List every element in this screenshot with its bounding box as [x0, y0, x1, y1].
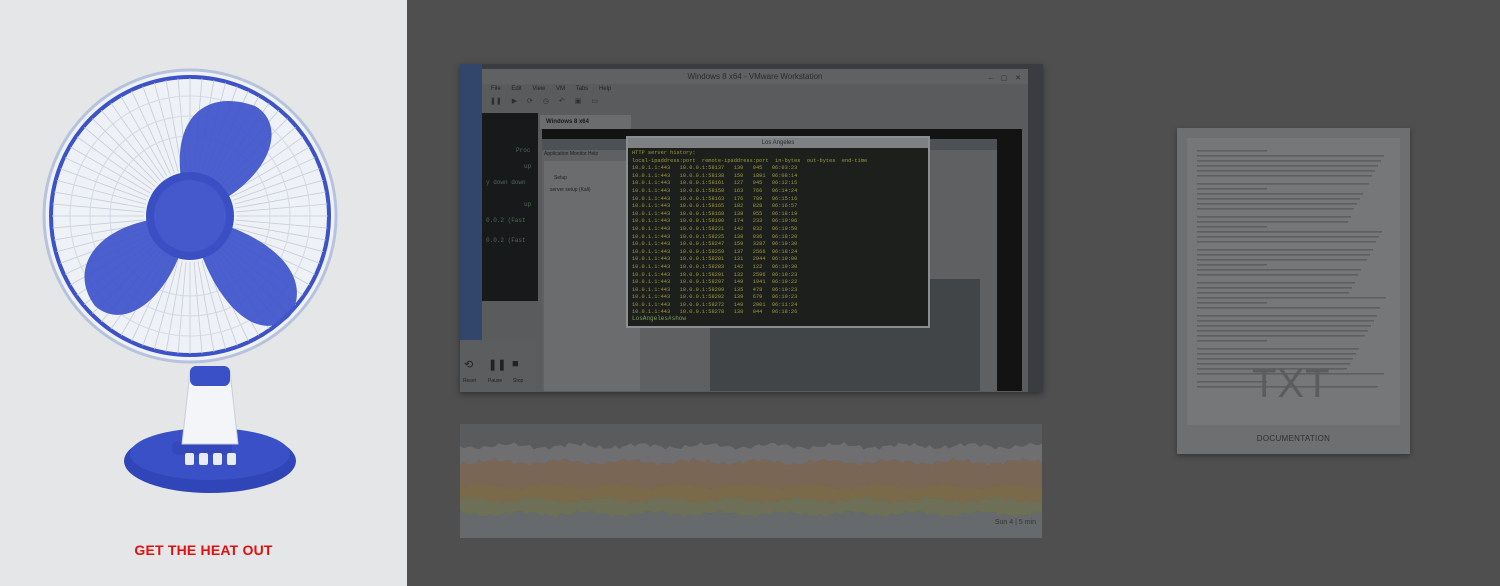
document-text-line	[1197, 175, 1372, 177]
menu-tabs[interactable]: Tabs	[576, 86, 589, 92]
menu-edit[interactable]: Edit	[511, 86, 521, 92]
menu-file[interactable]: File	[491, 86, 501, 92]
document-text-line	[1197, 203, 1357, 205]
document-text-line	[1197, 155, 1384, 157]
play-icon[interactable]: ▶	[512, 98, 517, 105]
console-line: 0.0.2 (Fast	[486, 217, 526, 224]
document-text-line	[1197, 287, 1352, 289]
document-text-line	[1197, 264, 1267, 266]
menu-help[interactable]: Help	[599, 86, 611, 92]
document-text-line	[1197, 160, 1381, 162]
fan-caption: GET THE HEAT OUT	[134, 542, 273, 558]
stats-rows: 10.0.1.1:443 10.0.0.1:58137 130 945 06:0…	[632, 165, 798, 316]
vmware-window-title: Windows 8 x64 - VMware Workstation	[687, 72, 823, 81]
stop-icon[interactable]: ■	[512, 358, 519, 370]
document-text-line	[1197, 226, 1267, 228]
fullscreen-icon[interactable]: ▣	[575, 98, 582, 105]
document-text-line	[1197, 254, 1370, 256]
document-text-line	[1197, 208, 1354, 210]
document-text-line	[1197, 302, 1267, 304]
reset-icon[interactable]: ⟲	[464, 358, 473, 371]
document-text-line	[1197, 269, 1361, 271]
stats-output: HTTP server history: local-ipaddress:por…	[632, 150, 867, 317]
document-text-line	[1197, 330, 1368, 332]
document-text-line	[1197, 307, 1380, 309]
console-line: up	[524, 163, 532, 170]
document-text-line	[1197, 193, 1363, 195]
document-text-line	[1197, 231, 1382, 233]
console-line: 0.0.2 (Fast	[486, 237, 526, 244]
document-text-line	[1197, 221, 1348, 223]
pause-label: Pause	[488, 378, 503, 384]
document-text-line	[1197, 348, 1359, 350]
stats-header: HTTP server history:	[632, 150, 696, 156]
document-text-line	[1197, 165, 1378, 167]
vmware-menu-bar: File Edit View VM Tabs Help	[482, 84, 1028, 95]
gns-menu-bar[interactable]: Application Monitor Help	[544, 151, 598, 157]
stop-label: Stop	[513, 378, 524, 384]
vmware-toolbar: ❚❚ ▶ ⟳ ◷ ↶ ▣ ▭	[482, 95, 1028, 108]
document-text-line	[1197, 249, 1373, 251]
document-text-line	[1197, 315, 1377, 317]
terminal-prompt[interactable]: LosAngeles#show	[632, 315, 686, 322]
desk-fan-image	[42, 68, 338, 493]
document-text-line	[1197, 320, 1374, 322]
document-text-line	[1197, 259, 1367, 261]
txt-file-badge: TXT	[1252, 362, 1331, 406]
document-text-line	[1197, 274, 1358, 276]
document-text-line	[1197, 198, 1360, 200]
document-text-line	[1197, 241, 1376, 243]
document-text-line	[1197, 358, 1353, 360]
stacked-area-graph	[460, 424, 1042, 538]
tab-windows8[interactable]: Windows 8 x64	[540, 115, 631, 129]
document-text-line	[1197, 282, 1355, 284]
menu-view[interactable]: View	[532, 86, 545, 92]
console-line: y down down	[486, 179, 526, 186]
document-caption: DOCUMENTATION	[1256, 434, 1331, 443]
vmware-screenshot: Windows 8 x64 - VMware Workstation – ▢ ✕…	[460, 64, 1043, 392]
snapshot-icon[interactable]: ◷	[543, 98, 549, 105]
document-text-line	[1197, 150, 1267, 152]
http-stats-window: Los Angeles HTTP server history: local-i…	[626, 136, 930, 328]
document-text-line	[1197, 340, 1267, 342]
document-text-line	[1197, 292, 1349, 294]
document-text-line	[1197, 335, 1365, 337]
console-window: Proc up y down down up 0.0.2 (Fast 0.0.2…	[482, 113, 538, 301]
unity-icon[interactable]: ▭	[591, 98, 598, 105]
reset-label: Reset	[463, 378, 477, 384]
document-text-line	[1197, 170, 1375, 172]
console-line: up	[524, 201, 532, 208]
document-text-line	[1197, 325, 1371, 327]
document-text-line	[1197, 216, 1351, 218]
menu-vm[interactable]: VM	[556, 86, 565, 92]
graph-label: Sun 4 | 5 min	[994, 519, 1036, 526]
revert-icon[interactable]: ↶	[559, 98, 565, 105]
pause-icon[interactable]: ❚❚	[490, 98, 502, 105]
document-text-line	[1197, 236, 1379, 238]
document-text-line	[1197, 297, 1386, 299]
playback-controls: ⟲ ❚❚ ■ Reset Pause Stop	[460, 340, 536, 392]
refresh-icon[interactable]: ⟳	[527, 98, 533, 105]
document-text-line	[1197, 188, 1267, 190]
traffic-graph: Sun 4 | 5 min	[460, 424, 1042, 538]
stats-columns: local-ipaddress:port remote-ipaddress:po…	[632, 157, 868, 164]
console-line: Proc	[516, 147, 531, 154]
document-text-line	[1197, 183, 1369, 185]
document-text-line	[1197, 353, 1356, 355]
fan-panel: GET THE HEAT OUT	[0, 0, 407, 586]
pause-button-icon[interactable]: ❚❚	[488, 358, 506, 371]
stats-title: Los Angeles	[628, 138, 928, 148]
vmware-title-bar: Windows 8 x64 - VMware Workstation – ▢ ✕	[482, 69, 1028, 84]
